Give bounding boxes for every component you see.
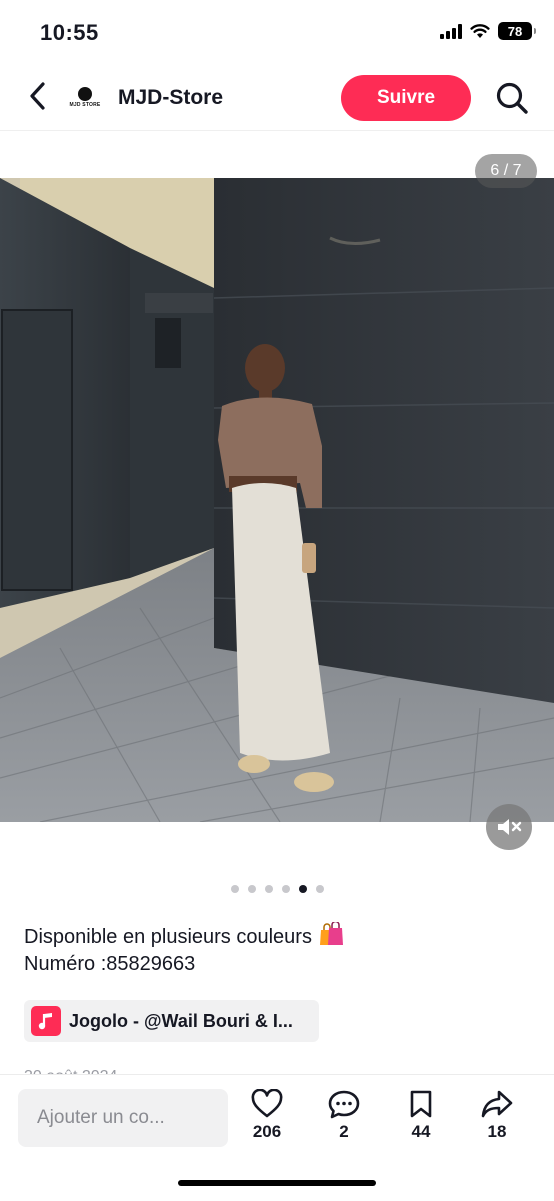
share-count: 18	[487, 1122, 507, 1141]
carousel-dot[interactable]	[264, 885, 273, 893]
search-button[interactable]	[492, 78, 532, 118]
photo-illustration	[0, 178, 554, 822]
like-count: 206	[252, 1122, 282, 1141]
caption-line-1: Disponible en plusieurs couleurs	[24, 922, 344, 951]
battery-level: 78	[507, 23, 523, 39]
like-button[interactable]: 206	[239, 1089, 295, 1142]
status-icons: 78	[440, 22, 536, 40]
carousel-dot[interactable]	[298, 885, 307, 893]
save-count: 44	[411, 1122, 431, 1141]
comment-button[interactable]: 2	[316, 1089, 372, 1142]
status-time: 10:55	[40, 20, 99, 45]
heart-icon	[251, 1089, 283, 1118]
comment-input[interactable]	[18, 1089, 228, 1147]
chevron-left-icon	[30, 82, 45, 110]
music-title: Jogolo - @Wail Bouri & I...	[69, 1010, 293, 1031]
bookmark-icon	[410, 1090, 432, 1118]
signal-icon	[440, 23, 462, 39]
carousel-dot[interactable]	[247, 885, 256, 893]
music-chip[interactable]: Jogolo - @Wail Bouri & I...	[24, 1000, 319, 1042]
carousel-dot[interactable]	[281, 885, 290, 893]
carousel-dots	[0, 885, 554, 893]
share-icon	[481, 1090, 513, 1118]
store-logo-mark	[78, 86, 92, 101]
store-avatar[interactable]: MJD STORE	[68, 80, 102, 114]
wifi-icon	[470, 24, 490, 38]
caption-line-2: Numéro :85829663	[24, 953, 196, 975]
save-button[interactable]: 44	[393, 1089, 449, 1142]
header-bar: MJD STORE MJD-Store Suivre	[0, 64, 554, 131]
carousel-dot[interactable]	[230, 885, 239, 893]
carousel-dot[interactable]	[315, 885, 324, 893]
post-image[interactable]	[0, 178, 554, 822]
image-counter: 6 / 7	[475, 154, 537, 188]
post-caption: Disponible en plusieurs couleurs Numéro …	[24, 922, 344, 978]
follow-button[interactable]: Suivre	[341, 75, 471, 121]
comment-count: 2	[339, 1122, 349, 1141]
music-note-icon	[31, 1006, 61, 1036]
mute-button[interactable]	[486, 804, 532, 850]
search-icon	[496, 82, 528, 114]
bottom-action-bar: 206 2 44 18	[0, 1074, 554, 1201]
store-logo-text: MJD STORE	[69, 101, 101, 108]
battery-icon: 78	[498, 22, 536, 40]
back-button[interactable]	[20, 78, 56, 114]
store-name[interactable]: MJD-Store	[118, 86, 223, 110]
comment-icon	[328, 1090, 360, 1119]
speaker-muted-icon	[498, 819, 522, 835]
home-indicator	[178, 1180, 376, 1186]
share-button[interactable]: 18	[469, 1089, 525, 1142]
caption-text: Disponible en plusieurs couleurs	[24, 926, 312, 948]
shopping-bags-icon	[319, 922, 343, 945]
status-bar: 10:55 78	[0, 0, 554, 64]
